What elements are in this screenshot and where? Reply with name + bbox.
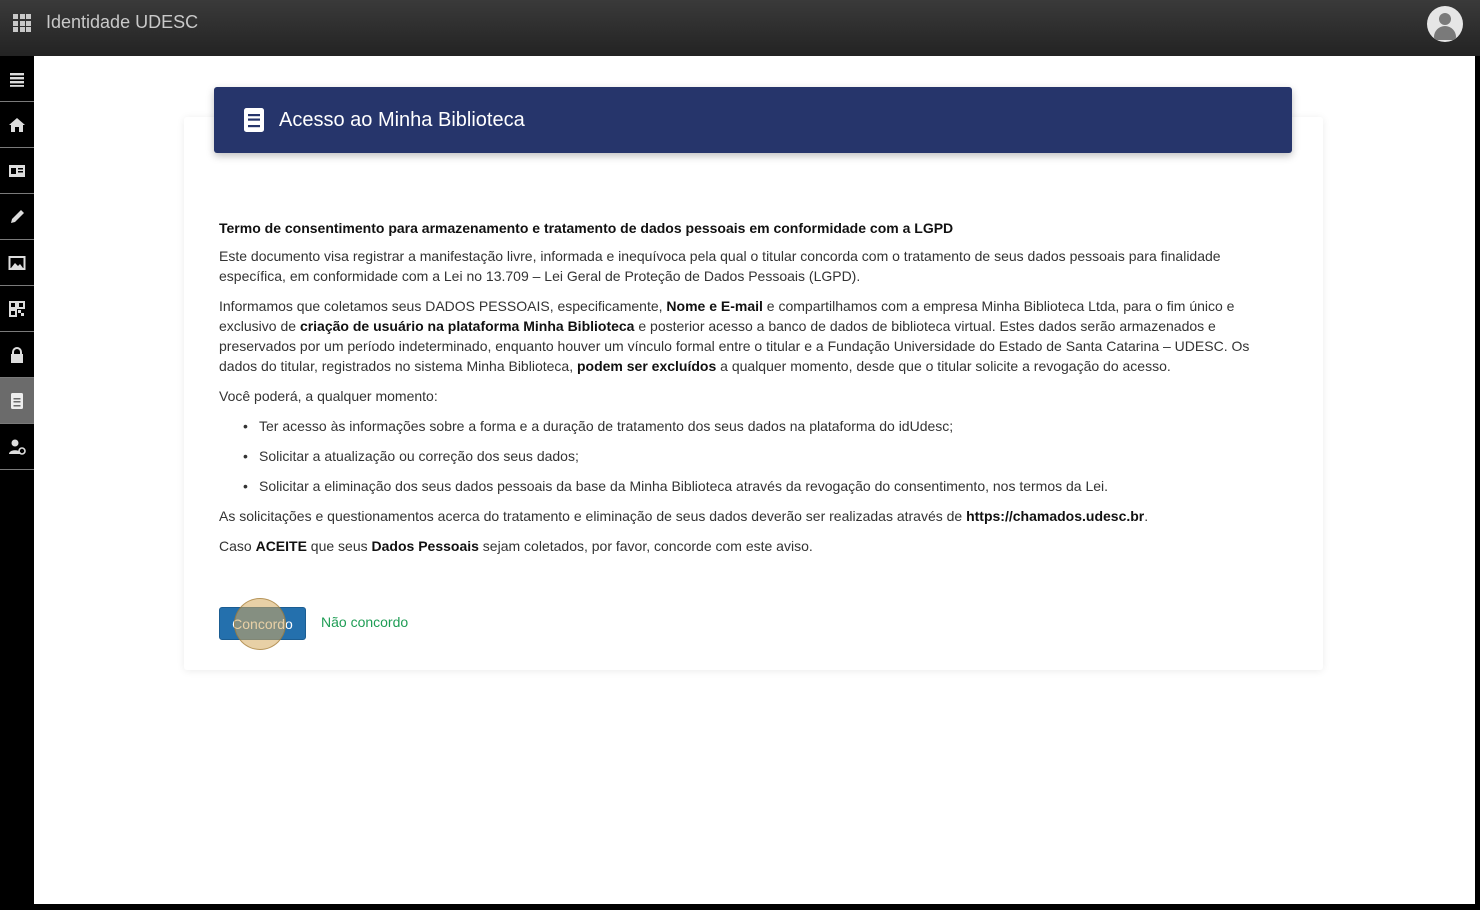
sidebar-item-images[interactable] — [0, 240, 34, 286]
sidebar-item-id-card[interactable] — [0, 148, 34, 194]
top-bar: Identidade UDESC — [0, 0, 1480, 56]
support-link: https://chamados.udesc.br — [966, 508, 1145, 524]
apps-grid-icon[interactable] — [13, 14, 31, 32]
qr-code-icon — [9, 300, 25, 317]
sidebar-item-library[interactable] — [0, 378, 34, 424]
book-icon — [244, 108, 264, 132]
sidebar-item-qr[interactable] — [0, 286, 34, 332]
sidebar-item-menu[interactable] — [0, 56, 34, 102]
pencil-icon — [11, 209, 24, 223]
card-title: Acesso ao Minha Biblioteca — [279, 109, 525, 131]
card-header: Acesso ao Minha Biblioteca — [214, 87, 1292, 153]
list-item: Solicitar a atualização ou correção dos … — [239, 446, 1269, 466]
agree-button[interactable]: Concordo — [219, 607, 306, 640]
image-icon — [8, 255, 26, 270]
home-icon — [9, 117, 25, 132]
sidebar-item-user-settings[interactable] — [0, 424, 34, 470]
paragraph-requests: As solicitações e questionamentos acerca… — [219, 508, 1149, 524]
sidebar-item-edit[interactable] — [0, 194, 34, 240]
book-icon — [11, 392, 23, 409]
sidebar-item-home[interactable] — [0, 102, 34, 148]
app-title: Identidade UDESC — [46, 12, 199, 32]
consent-heading: Termo de consentimento para armazenament… — [219, 220, 954, 236]
rights-list: Ter acesso às informações sobre a forma … — [219, 416, 1269, 496]
main-content: Acesso ao Minha Biblioteca Termo de cons… — [34, 56, 1475, 904]
list-item: Solicitar a eliminação dos seus dados pe… — [239, 476, 1269, 496]
menu-icon — [10, 72, 24, 87]
sidebar-item-security[interactable] — [0, 332, 34, 378]
user-settings-icon — [9, 439, 26, 455]
lock-icon — [11, 346, 23, 363]
paragraph-accept: Caso ACEITE que seus Dados Pessoais seja… — [219, 538, 813, 554]
user-avatar-icon[interactable] — [1427, 6, 1463, 42]
paragraph-rights-intro: Você poderá, a qualquer momento: — [219, 388, 438, 404]
consent-text: Termo de consentimento para armazenament… — [219, 218, 1269, 566]
disagree-link[interactable]: Não concordo — [321, 614, 408, 630]
sidebar — [0, 56, 34, 910]
list-item: Ter acesso às informações sobre a forma … — [239, 416, 1269, 436]
paragraph-purpose: Este documento visa registrar a manifest… — [219, 248, 1221, 284]
paragraph-data-collected: Informamos que coletamos seus DADOS PESS… — [219, 298, 1250, 374]
id-card-icon — [9, 164, 25, 177]
